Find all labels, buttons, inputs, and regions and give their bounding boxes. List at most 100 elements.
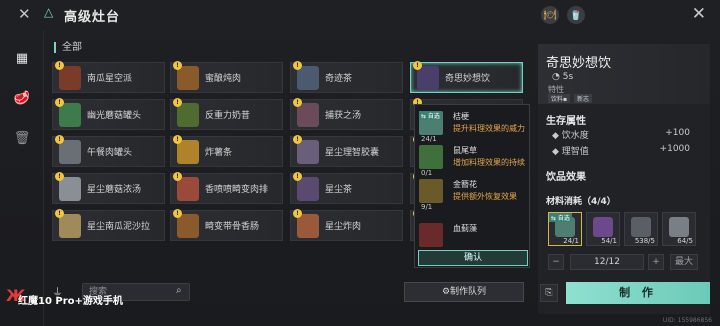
recipe-thumbnail	[177, 103, 199, 127]
ingredient-name: 金簪花	[453, 180, 477, 189]
app-logo-icon: ✕	[18, 5, 31, 23]
game-screen: ✕ △ 高级灶台 🍽 🥤 ✕ ▦ 🥩 🗑 全部 ! 南瓜星空派! 蜜酿炖肉! 奇迹茶!…	[0, 0, 720, 326]
craft-button[interactable]: 制 作	[566, 282, 710, 304]
plus-button[interactable]: +	[648, 254, 664, 270]
recipe-thumbnail	[59, 66, 81, 90]
material-icon	[669, 217, 689, 237]
material-slot[interactable]: 64/5	[662, 212, 696, 246]
recipe-label: 奇思妙想饮	[445, 74, 491, 84]
search-icon[interactable]: ⌕	[176, 285, 188, 297]
material-quantity: 54/1	[601, 237, 617, 245]
material-quantity: 64/5	[677, 237, 693, 245]
stat-value: +1000	[659, 144, 690, 154]
recipe-card[interactable]: ! 幽光蘑菇罐头	[52, 98, 165, 130]
quantity-field[interactable]: 12/12	[570, 254, 644, 270]
recipe-thumbnail	[297, 103, 319, 127]
lock-icon: !	[173, 209, 182, 218]
recipe-card[interactable]: ! 南瓜星空派	[52, 61, 165, 93]
recipe-card[interactable]: ! 奇迹茶	[290, 61, 403, 93]
material-slot[interactable]: 54/1	[586, 212, 620, 246]
recipe-thumbnail	[297, 214, 319, 238]
recipe-thumbnail	[417, 66, 439, 90]
material-quantity: 538/5	[634, 237, 655, 245]
ingredient-thumbnail	[419, 223, 443, 247]
materials-section-title: 材料消耗（4/4）	[546, 197, 616, 207]
recipe-thumbnail	[59, 140, 81, 164]
select-tag: ⇆ 自选	[419, 111, 442, 120]
watermark-text: 红魔10 Pro+游戏手机	[18, 296, 123, 307]
max-button[interactable]: 最大	[670, 254, 698, 270]
recipe-thumbnail	[177, 66, 199, 90]
material-slot[interactable]: 24/1 ⇆ 自选	[548, 212, 582, 246]
recipe-label: 奇迹茶	[325, 74, 353, 84]
stat-value: +100	[665, 128, 690, 138]
recipe-thumbnail	[177, 177, 199, 201]
lock-icon: !	[293, 98, 302, 107]
ingredient-option[interactable]: 血蓟藻	[419, 223, 527, 253]
trait-chip: 饮料▪	[548, 94, 571, 103]
survival-section-title: 生存属性	[546, 116, 586, 127]
select-tag: ⇆ 自选	[549, 213, 572, 222]
stat-label: ◆ 理智值	[552, 147, 589, 157]
recipe-detail: 奇思妙想饮 ◔ 5s 特性 饮料▪ 新志 生存属性 ◆ 饮水度 +100 ◆ 理…	[538, 44, 710, 314]
recipe-card[interactable]: ! 午餐肉罐头	[52, 135, 165, 167]
ingredient-description: 增加料理效果的持续	[453, 158, 525, 167]
material-slot[interactable]: 538/5	[624, 212, 658, 246]
stat-label: ◆ 饮水度	[552, 131, 589, 141]
recipe-label: 星尘理智胶囊	[325, 148, 380, 158]
ingredient-popover: ⇆ 自选 桔梗 提升料理效果的威力 24/1 鼠尾草 增加料理效果的持续 0/1 金簪花 提供额…	[414, 104, 530, 268]
material-icon	[631, 217, 651, 237]
rail-meat-icon[interactable]: 🥩	[12, 88, 32, 108]
brand-logo-icon: Ж	[6, 286, 26, 305]
lock-icon: !	[293, 209, 302, 218]
recipe-label: 星尘炸肉	[325, 222, 362, 232]
recipe-card[interactable]: ! 香喷喷畸变肉排	[170, 172, 283, 204]
recipe-thumbnail	[297, 66, 319, 90]
lock-icon: !	[55, 61, 64, 70]
ingredient-quantity: 0/1	[421, 169, 433, 177]
uid-text: UID: 155986856	[662, 317, 712, 324]
ingredient-option[interactable]: 鼠尾草 增加料理效果的持续 0/1	[419, 145, 527, 177]
category-label: 全部	[54, 42, 82, 53]
craft-time: ◔ 5s	[552, 72, 574, 82]
ingredient-quantity: 24/1	[421, 135, 437, 143]
recipe-card[interactable]: ! 星尘南瓜泥沙拉	[52, 209, 165, 241]
page-title: 高级灶台	[64, 10, 121, 25]
recipe-card[interactable]: ! 奇思妙想饮	[410, 61, 523, 93]
recipe-label: 畸变带骨香肠	[205, 222, 260, 232]
close-button[interactable]: ✕	[692, 4, 706, 24]
lock-icon: !	[173, 98, 182, 107]
ingredient-thumbnail	[419, 179, 443, 203]
recipe-card[interactable]: ! 蜜酿炖肉	[170, 61, 283, 93]
ingredient-option[interactable]: ⇆ 自选 桔梗 提升料理效果的威力 24/1	[419, 111, 527, 143]
material-quantity: 24/1	[563, 237, 579, 245]
craft-queue-button[interactable]: ⚙制作队列	[404, 282, 524, 302]
recipe-card[interactable]: ! 捕获之汤	[290, 98, 403, 130]
recipe-thumbnail	[297, 177, 319, 201]
recipe-label: 炸薯条	[205, 148, 233, 158]
lock-icon: !	[55, 98, 64, 107]
recipe-card[interactable]: ! 反重力奶昔	[170, 98, 283, 130]
recipe-thumbnail	[59, 214, 81, 238]
lock-icon: !	[293, 172, 302, 181]
lock-icon: !	[55, 135, 64, 144]
recipe-label: 蜜酿炖肉	[205, 74, 242, 84]
recipe-card[interactable]: ! 炸薯条	[170, 135, 283, 167]
confirm-button[interactable]: 确认	[418, 250, 528, 266]
recipe-card[interactable]: ! 星尘蘑菇浓汤	[52, 172, 165, 204]
ingredient-option[interactable]: 金簪花 提供额外恢复效果 9/1	[419, 179, 527, 211]
recipe-label: 星尘茶	[325, 185, 353, 195]
recipe-card[interactable]: ! 星尘理智胶囊	[290, 135, 403, 167]
craft-aux-button[interactable]: ⎘	[540, 284, 558, 302]
lock-icon: !	[173, 135, 182, 144]
rail-grid-icon[interactable]: ▦	[12, 48, 32, 68]
food-buff-icon[interactable]: 🍽	[541, 6, 559, 24]
recipe-card[interactable]: ! 星尘茶	[290, 172, 403, 204]
recipe-card[interactable]: ! 星尘炸肉	[290, 209, 403, 241]
minus-button[interactable]: −	[548, 254, 564, 270]
rail-trash-icon[interactable]: 🗑	[12, 128, 32, 148]
ingredient-description: 提供额外恢复效果	[453, 192, 517, 201]
drink-buff-icon[interactable]: 🥤	[567, 6, 585, 24]
recipe-card[interactable]: ! 畸变带骨香肠	[170, 209, 283, 241]
material-icon	[593, 217, 613, 237]
